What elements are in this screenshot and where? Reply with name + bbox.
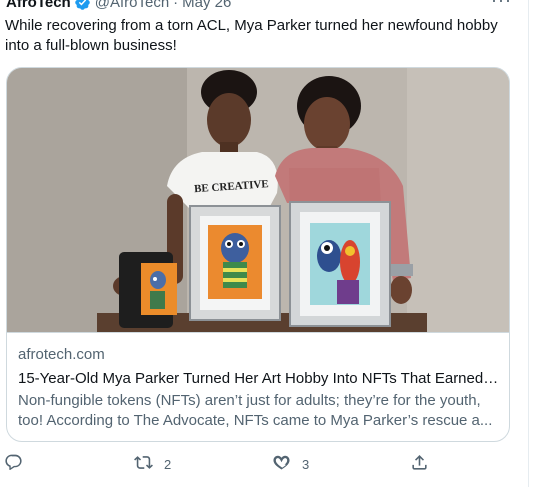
- card-description: Non-fungible tokens (NFTs) aren’t just f…: [18, 392, 493, 429]
- share-icon: [410, 453, 429, 475]
- retweet-icon: [134, 453, 153, 475]
- like-button[interactable]: 3: [272, 451, 309, 477]
- separator-dot: ·: [173, 0, 179, 11]
- heart-icon: [272, 453, 291, 475]
- reply-button[interactable]: [4, 451, 34, 477]
- left-frame: [189, 205, 281, 321]
- card-photo: BE CREATIVE: [7, 68, 509, 332]
- retweet-count: 2: [164, 456, 172, 472]
- tablet-device: [119, 252, 177, 328]
- tweet-date[interactable]: May 26: [182, 0, 231, 11]
- card-body[interactable]: afrotech.com 15-Year-Old Mya Parker Turn…: [7, 332, 509, 431]
- tweet-actions: 2 3: [0, 451, 528, 477]
- card-title[interactable]: 15-Year-Old Mya Parker Turned Her Art Ho…: [18, 369, 499, 389]
- tweet-text: While recovering from a torn ACL, Mya Pa…: [5, 17, 498, 54]
- more-options-button[interactable]: ···: [491, 0, 512, 11]
- author-handle[interactable]: @AfroTech: [95, 0, 169, 11]
- reply-icon: [4, 453, 23, 475]
- retweet-button[interactable]: 2: [134, 451, 171, 477]
- link-card[interactable]: BE CREATIVE afrotech.com 15-Year-Old Mya…: [6, 67, 510, 442]
- timeline-border: [528, 0, 529, 487]
- card-image[interactable]: BE CREATIVE: [7, 68, 509, 332]
- share-button[interactable]: [410, 451, 440, 477]
- tweet-header: AfroTech @AfroTech · May 26: [6, 0, 231, 11]
- author-name[interactable]: AfroTech: [6, 0, 71, 11]
- right-frame: [289, 201, 391, 327]
- tweet[interactable]: AfroTech @AfroTech · May 26 ··· While re…: [0, 0, 528, 487]
- like-count: 3: [302, 456, 310, 472]
- card-domain: afrotech.com: [18, 346, 105, 363]
- verified-badge-icon: [74, 0, 91, 11]
